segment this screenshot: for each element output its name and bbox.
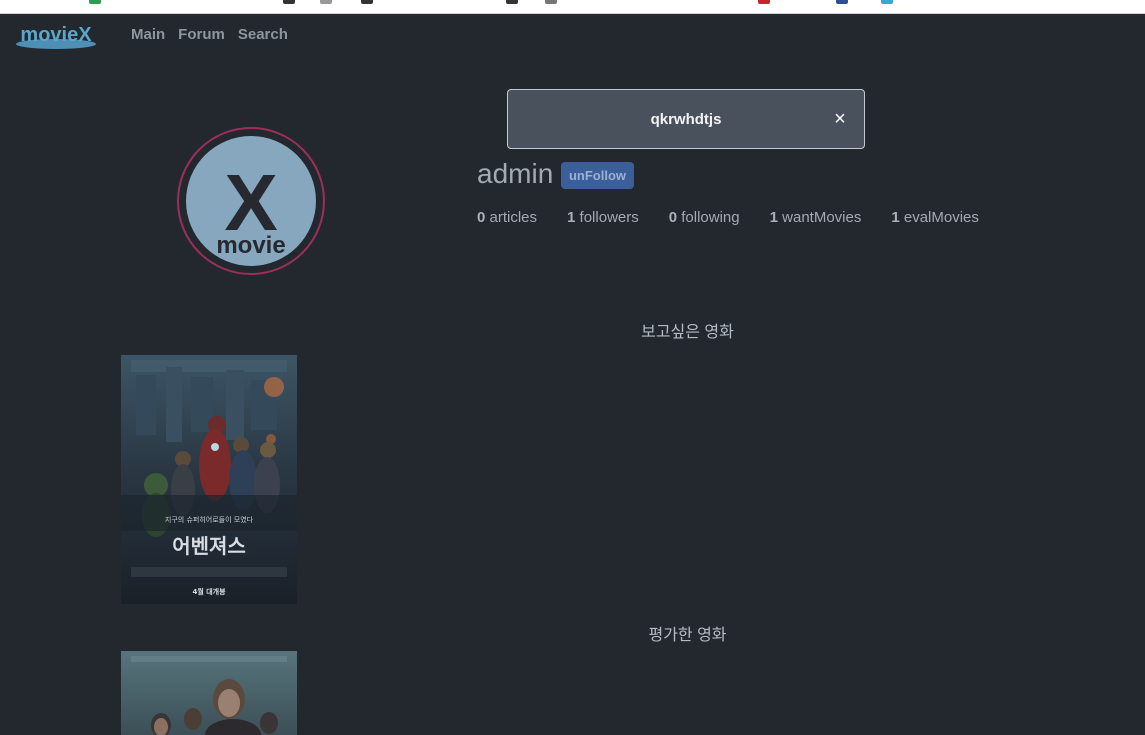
- nav-main-link[interactable]: Main: [131, 26, 165, 43]
- poster-release-date: 4월 대개봉: [192, 587, 226, 596]
- eval-movie-poster[interactable]: [121, 651, 297, 735]
- stat-following[interactable]: 0 following: [669, 209, 740, 226]
- browser-bookmark-strip: [0, 0, 1145, 14]
- stat-label: following: [681, 209, 740, 226]
- stat-count: 0: [477, 209, 486, 226]
- stat-label: articles: [489, 209, 538, 226]
- stat-articles[interactable]: 0 articles: [477, 209, 537, 226]
- stat-followers[interactable]: 1 followers: [567, 209, 639, 226]
- avatar-movie-text: movie: [216, 232, 285, 259]
- nav-forum-link[interactable]: Forum: [178, 26, 225, 43]
- stat-count: 1: [769, 209, 778, 226]
- stat-label: followers: [579, 209, 639, 226]
- poster-tagline: 지구의 슈퍼히어로들이 모였다: [165, 515, 254, 524]
- stat-count: 1: [567, 209, 576, 226]
- stat-label: wantMovies: [782, 209, 862, 226]
- unfollow-button[interactable]: unFollow: [561, 162, 634, 189]
- stat-want-movies[interactable]: 1 wantMovies: [770, 209, 862, 226]
- profile-username: admin: [477, 158, 554, 189]
- logo-text: movieX: [20, 24, 92, 46]
- close-icon[interactable]: ×: [830, 108, 850, 130]
- stat-label: evalMovies: [903, 209, 979, 226]
- nav-menu: Main Forum Search: [131, 26, 288, 43]
- want-movie-poster[interactable]: 지구의 슈퍼히어로들이 모였다 어벤져스 4월 대개봉: [121, 355, 297, 604]
- profile-avatar: X movie: [186, 136, 316, 266]
- stat-count: 1: [891, 209, 900, 226]
- nav-search-link[interactable]: Search: [238, 26, 288, 43]
- movieX-logo[interactable]: movieX: [16, 22, 96, 52]
- stat-eval-movies[interactable]: 1 evalMovies: [891, 209, 979, 226]
- profile-avatar-ring: X movie: [177, 127, 325, 275]
- profile-stats: 0 articles 1 followers 0 following 1 wan…: [477, 209, 979, 226]
- toast-message: qkrwhdtjs: [650, 111, 722, 128]
- stat-count: 0: [668, 209, 678, 226]
- want-movies-heading: 보고싶은 영화: [641, 324, 734, 341]
- notification-toast: qkrwhdtjs ×: [507, 89, 865, 149]
- eval-movies-heading: 평가한 영화: [648, 627, 727, 644]
- navbar: movieX Main Forum Search: [0, 14, 1145, 58]
- poster-title: 어벤져스: [172, 534, 246, 558]
